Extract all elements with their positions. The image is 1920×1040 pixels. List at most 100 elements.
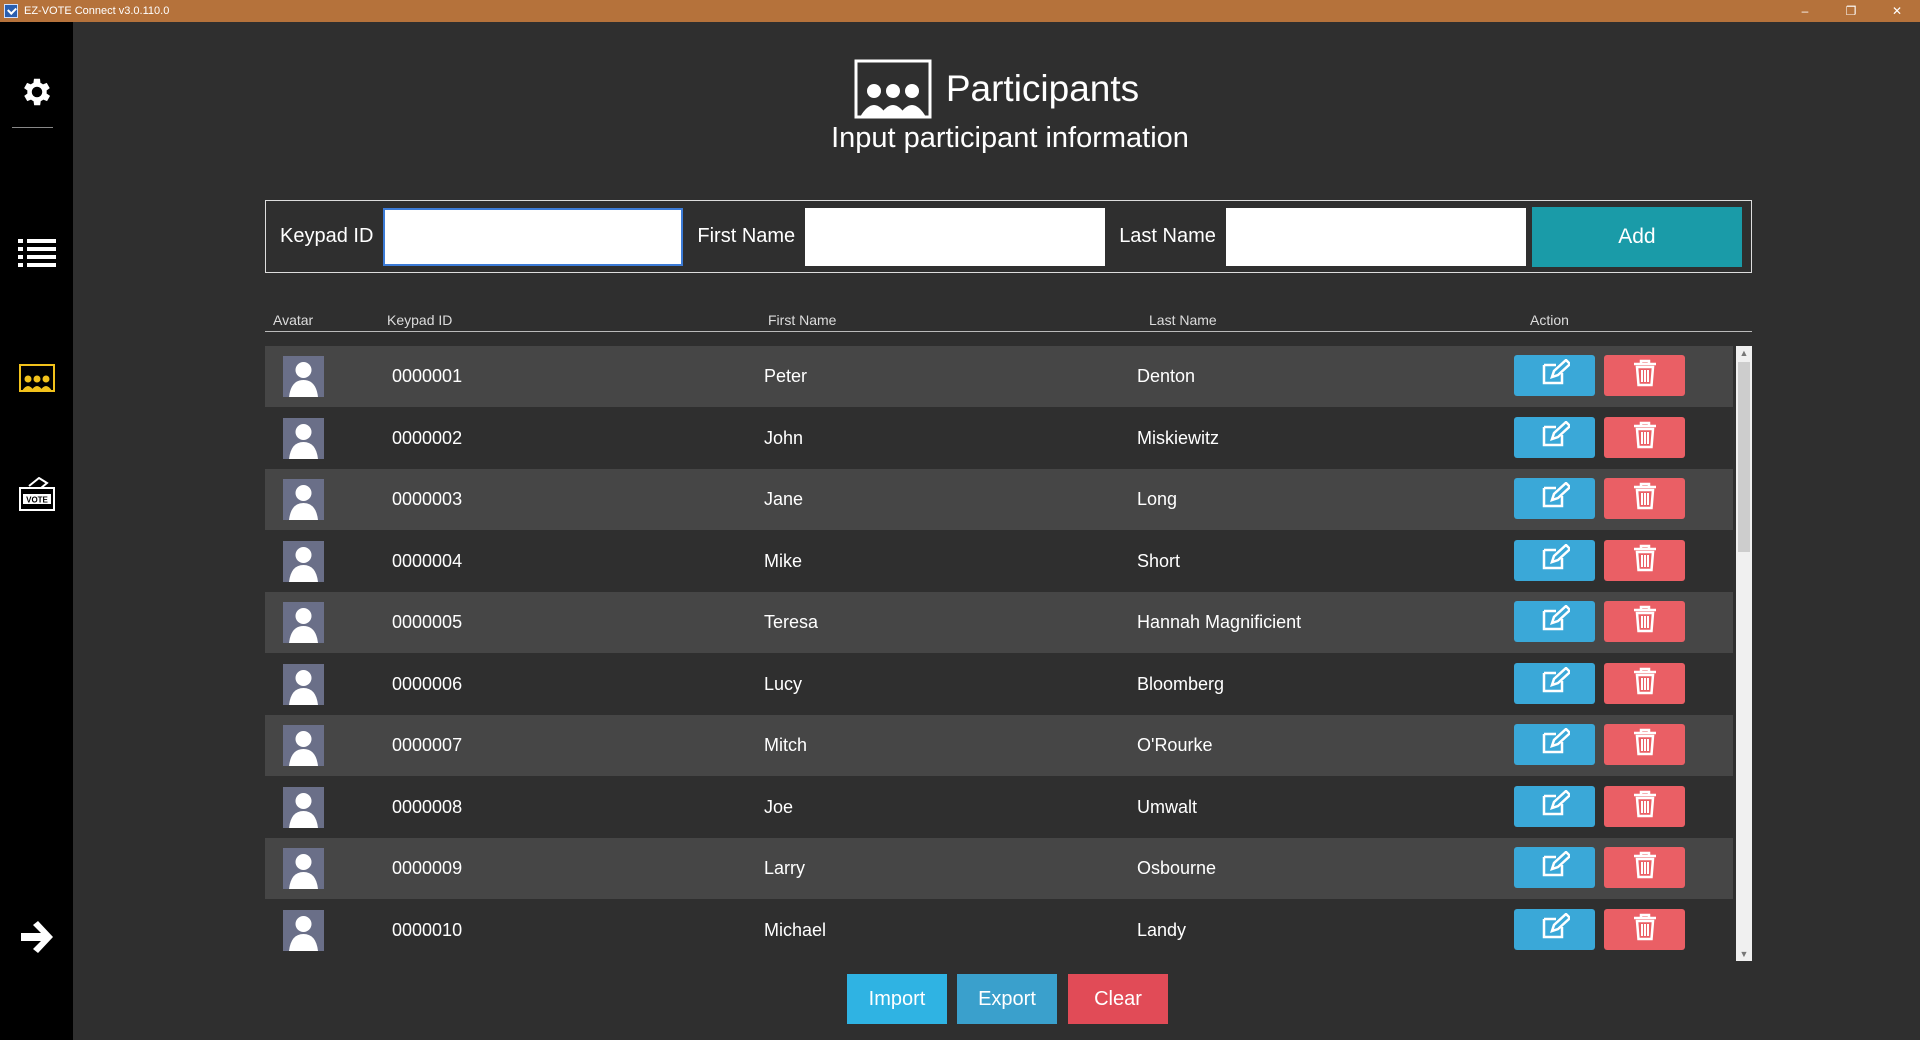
first-name-cell: Mike <box>764 550 803 571</box>
page-title: Participants <box>945 68 1140 109</box>
edit-button[interactable] <box>1514 539 1595 581</box>
last-name-cell: Hannah Magnificient <box>1137 612 1302 632</box>
first-name-cell: Teresa <box>764 612 819 632</box>
vote-box-icon: VOTE <box>18 477 55 511</box>
edit-icon <box>1540 358 1572 392</box>
keypad-id-cell: 0000007 <box>392 735 463 755</box>
edit-button[interactable] <box>1514 847 1595 888</box>
table-row: 0000009 Larry Osbourne <box>265 838 1733 899</box>
last-name-cell: Long <box>1137 489 1178 509</box>
delete-button[interactable] <box>1604 416 1685 458</box>
trash-icon <box>1633 359 1657 392</box>
column-header-action: Action <box>1530 312 1569 328</box>
edit-button[interactable] <box>1514 478 1595 519</box>
edit-button[interactable] <box>1514 355 1595 396</box>
last-name-cell: Umwalt <box>1137 796 1198 817</box>
column-header-avatar: Avatar <box>273 312 314 328</box>
sidebar-item-settings[interactable] <box>0 72 73 112</box>
first-name-cell: Jane <box>764 489 804 509</box>
close-button[interactable]: ✕ <box>1874 0 1920 22</box>
last-name-cell: Landy <box>1137 919 1187 940</box>
table-row: 0000008 Joe Umwalt <box>265 776 1733 838</box>
keypad-id-cell: 0000003 <box>392 489 463 509</box>
trash-icon <box>1633 851 1657 884</box>
table-row: 0000001 Peter Denton <box>265 346 1733 407</box>
keypad-id-label: Keypad ID <box>280 225 374 247</box>
delete-button[interactable] <box>1604 478 1685 519</box>
vote-icon-label: VOTE <box>26 496 48 505</box>
edit-button[interactable] <box>1514 724 1595 765</box>
edit-button[interactable] <box>1514 601 1595 642</box>
last-name-input[interactable] <box>1225 207 1526 266</box>
sidebar: VOTE <box>0 22 73 1040</box>
arrow-right-icon <box>20 921 53 953</box>
column-header-keypad-id: Keypad ID <box>387 312 453 328</box>
first-name-cell: Mitch <box>764 735 808 755</box>
edit-button[interactable] <box>1514 908 1595 950</box>
delete-button[interactable] <box>1604 539 1685 581</box>
last-name-cell: Miskiewitz <box>1137 427 1220 448</box>
delete-button[interactable] <box>1604 908 1685 950</box>
participants-icon <box>18 364 55 392</box>
edit-button[interactable] <box>1514 785 1595 827</box>
scroll-down-arrow-icon[interactable]: ▼ <box>1736 947 1752 961</box>
column-header-last-name: Last Name <box>1149 312 1217 328</box>
table-row: 0000007 Mitch O'Rourke <box>265 715 1733 776</box>
window-titlebar: EZ-VOTE Connect v3.0.110.0 – ❐ ✕ <box>0 0 1920 22</box>
import-button[interactable]: Import <box>847 974 947 1024</box>
delete-button[interactable] <box>1604 724 1685 765</box>
first-name-cell: Peter <box>764 366 808 386</box>
keypad-id-cell: 0000004 <box>392 550 463 571</box>
footer-actions: Import Export Clear <box>73 974 1920 1026</box>
edit-icon <box>1540 727 1572 761</box>
edit-icon <box>1540 788 1572 823</box>
table-row: 0000006 Lucy Bloomberg <box>265 653 1733 715</box>
delete-button[interactable] <box>1604 355 1685 396</box>
restore-button[interactable]: ❐ <box>1828 0 1874 22</box>
scrollbar-thumb[interactable] <box>1738 362 1750 552</box>
trash-icon <box>1633 544 1657 577</box>
last-name-cell: Short <box>1137 550 1181 571</box>
keypad-id-cell: 0000008 <box>392 796 463 817</box>
keypad-id-cell: 0000005 <box>392 612 463 632</box>
avatar <box>283 848 324 889</box>
edit-button[interactable] <box>1514 416 1595 458</box>
table-row: 0000010 Michael Landy <box>265 899 1733 961</box>
add-button[interactable]: Add <box>1531 206 1742 267</box>
first-name-input[interactable] <box>805 207 1106 266</box>
sidebar-item-next[interactable] <box>0 915 73 959</box>
trash-icon <box>1633 421 1657 454</box>
avatar <box>283 540 324 582</box>
participant-form: Keypad ID First Name Last Name Add <box>265 200 1752 273</box>
page-header: Participants <box>73 44 1920 134</box>
clear-button[interactable]: Clear <box>1068 974 1168 1024</box>
delete-button[interactable] <box>1604 601 1685 642</box>
scroll-up-arrow-icon[interactable]: ▲ <box>1736 346 1752 360</box>
sidebar-item-list[interactable] <box>0 234 73 274</box>
edit-icon <box>1540 850 1572 884</box>
avatar <box>283 479 324 520</box>
keypad-id-cell: 0000009 <box>392 858 463 878</box>
first-name-cell: Lucy <box>764 673 803 694</box>
sidebar-item-vote[interactable]: VOTE <box>0 472 73 516</box>
table-scrollbar[interactable]: ▲ ▼ <box>1736 346 1752 961</box>
minimize-button[interactable]: – <box>1782 0 1828 22</box>
delete-button[interactable] <box>1604 785 1685 827</box>
avatar <box>283 786 324 828</box>
edit-icon <box>1540 665 1572 700</box>
column-header-first-name: First Name <box>768 312 837 328</box>
last-name-cell: Bloomberg <box>1137 673 1225 694</box>
keypad-id-cell: 0000006 <box>392 673 463 694</box>
edit-icon <box>1540 542 1572 577</box>
keypad-id-input[interactable] <box>383 207 684 266</box>
export-button[interactable]: Export <box>957 974 1057 1024</box>
delete-button[interactable] <box>1604 847 1685 888</box>
sidebar-item-participants[interactable] <box>0 358 73 398</box>
participants-table: 0000001 Peter Denton 0000002 John Miskiewitz 0… <box>265 346 1733 961</box>
first-name-cell: Joe <box>764 796 794 817</box>
keypad-id-cell: 0000010 <box>392 919 463 940</box>
edit-button[interactable] <box>1514 662 1595 704</box>
keypad-id-cell: 0000001 <box>392 366 463 386</box>
table-row: 0000003 Jane Long <box>265 469 1733 530</box>
delete-button[interactable] <box>1604 662 1685 704</box>
